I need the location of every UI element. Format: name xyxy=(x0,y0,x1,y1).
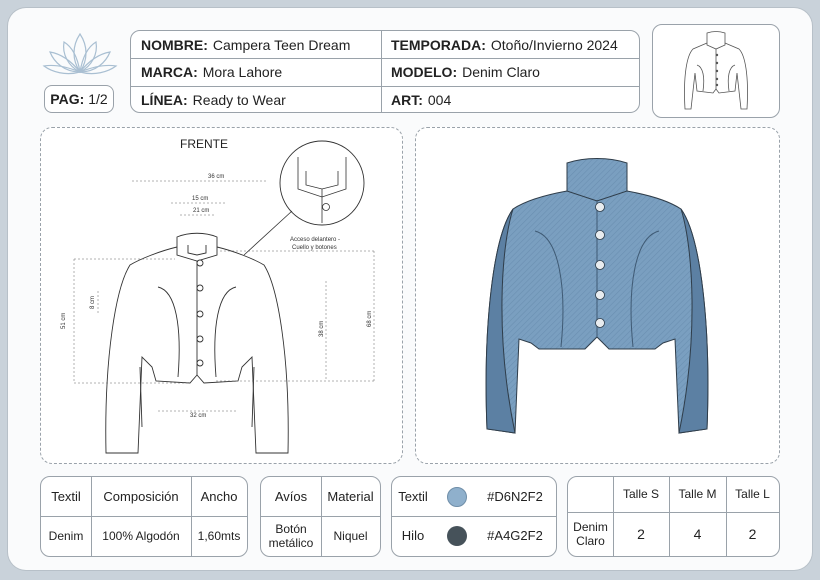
header-textil: Textil xyxy=(51,488,81,504)
linea-field: LÍNEA: Ready to Wear xyxy=(141,91,286,108)
dim-21: 21 cm xyxy=(193,208,209,214)
qty-talle-s: 2 xyxy=(637,525,645,542)
color-label-hilo: Hilo xyxy=(401,528,425,544)
art-field: ART: 004 xyxy=(391,91,452,108)
row-label-denim-claro: Denim Claro xyxy=(573,519,608,548)
sizes-table: Talle S Talle M Talle L Denim Claro 2 4 2 xyxy=(567,476,780,557)
nombre-field: NOMBRE: Campera Teen Dream xyxy=(141,36,351,53)
fabric-table: Textil Composición Ancho Denim 100% Algo… xyxy=(40,476,248,557)
header-composicion: Composición xyxy=(103,488,179,504)
header-talle-l: Talle L xyxy=(735,487,770,502)
page-indicator: PAG: 1/2 xyxy=(44,85,114,113)
dim-51: 51 cm xyxy=(61,313,67,329)
dim-32: 32 cm xyxy=(190,413,206,419)
dim-36: 36 cm xyxy=(208,174,224,180)
dim-68: 68 cm xyxy=(367,311,373,327)
color-table: Textil #D6N2F2 Hilo #A4G2F2 xyxy=(391,476,557,557)
denim-jacket-illustration xyxy=(485,158,709,434)
cell-niquel: Niquel xyxy=(333,528,368,543)
trims-table: Avíos Material Botón metálico Niquel xyxy=(260,476,381,557)
header-talle-m: Talle M xyxy=(678,487,717,502)
cell-boton: Botón metálico xyxy=(268,521,314,550)
header-talle-s: Talle S xyxy=(622,487,660,502)
pag-value: 1/2 xyxy=(88,91,108,107)
header-avios: Avíos xyxy=(274,488,308,504)
dim-15: 15 cm xyxy=(192,196,208,202)
technical-flat-sketch: 36 cm 15 cm 21 cm 32 cm 51 cm 8 cm 38 cm… xyxy=(61,140,375,454)
cell-composicion: 100% Algodón xyxy=(102,528,180,543)
thumbnail-sketch xyxy=(652,24,780,118)
header-ancho: Ancho xyxy=(200,488,238,504)
temporada-field: TEMPORADA: Otoño/Invierno 2024 xyxy=(391,36,618,53)
modelo-field: MODELO: Denim Claro xyxy=(391,64,540,80)
color-code-hilo: #A4G2F2 xyxy=(487,528,543,544)
swatch-textil xyxy=(442,477,472,516)
cell-ancho: 1,60mts xyxy=(197,528,241,543)
detail-note-2: Cuello y botones xyxy=(292,245,337,251)
qty-talle-l: 2 xyxy=(748,525,757,542)
header-info: NOMBRE: Campera Teen Dream MARCA: Mora Lah… xyxy=(130,30,640,113)
lotus-logo xyxy=(42,32,118,75)
qty-talle-m: 4 xyxy=(693,525,702,542)
color-label-textil: Textil xyxy=(398,488,428,504)
detail-note-1: Acceso delantero - xyxy=(290,237,340,243)
swatch-hilo xyxy=(442,516,472,556)
dim-8: 8 cm xyxy=(90,296,96,309)
header-material: Material xyxy=(327,488,374,504)
color-code-textil: #D6N2F2 xyxy=(487,488,543,504)
cell-textil: Denim xyxy=(48,528,84,543)
marca-field: MARCA: Mora Lahore xyxy=(141,64,283,80)
jacket-thumbnail-icon xyxy=(684,31,748,110)
pag-label: PAG: xyxy=(50,91,85,107)
dim-38: 38 cm xyxy=(319,321,325,337)
